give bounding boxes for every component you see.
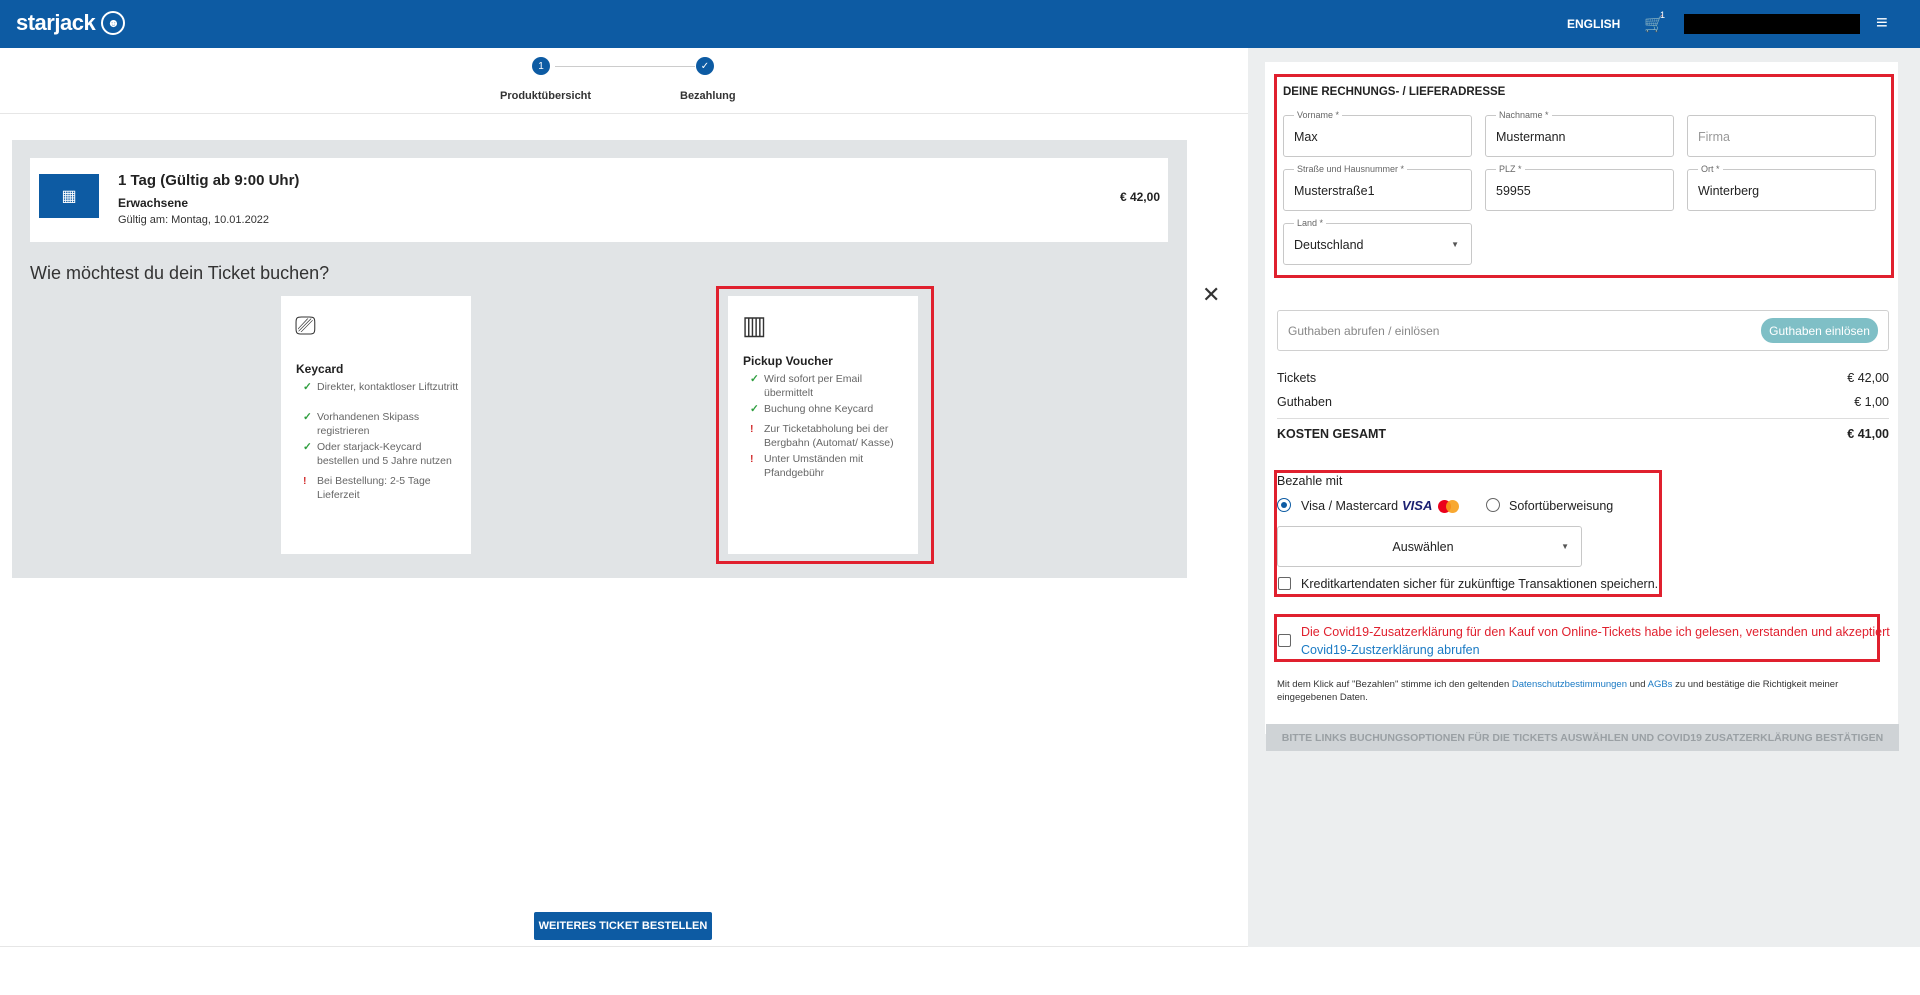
summary-credit-label: Guthaben: [1277, 395, 1332, 409]
pay-button-disabled[interactable]: BITTE LINKS BUCHUNGSOPTIONEN FÜR DIE TIC…: [1266, 724, 1899, 751]
check-icon: ✓: [303, 381, 312, 393]
highlight-box-covid: [1274, 614, 1880, 662]
check-icon: ✓: [303, 441, 312, 453]
keycard-icon: ⎚: [295, 310, 316, 340]
summary-tickets-label: Tickets: [1277, 371, 1317, 385]
terms-link[interactable]: AGBs: [1648, 679, 1673, 690]
privacy-policy-link[interactable]: Datenschutzbestimmungen: [1512, 679, 1627, 690]
stepper-connector: [555, 66, 695, 67]
legal-and: und: [1629, 679, 1646, 690]
summary-total-label: KOSTEN GESAMT: [1277, 427, 1387, 441]
keycard-feature: ✓ Vorhandenen Skipass registrieren: [303, 411, 420, 437]
summary-credit-value: € 1,00: [1854, 395, 1889, 409]
summary-tickets-value: € 42,00: [1847, 371, 1889, 385]
highlight-box-voucher: [716, 286, 934, 564]
remove-ticket-close-icon[interactable]: ✕: [1202, 282, 1220, 308]
warning-icon: !: [303, 475, 307, 487]
order-more-tickets-button[interactable]: WEITERES TICKET BESTELLEN: [534, 912, 712, 940]
logo-text: starjack: [16, 10, 96, 35]
booking-question: Wie möchtest du dein Ticket buchen?: [30, 263, 330, 283]
keycard-feature: ! Bei Bestellung: 2-5 Tage Lieferzeit: [303, 475, 431, 501]
ticket-valid-date: Gültig am: Montag, 10.01.2022: [118, 214, 270, 226]
cart-count-badge: 1: [1660, 10, 1666, 20]
summary-tickets-row: Tickets € 42,00: [1277, 371, 1889, 385]
highlight-box-address: [1274, 74, 1894, 278]
checkout-stepper: 1 ✓ Produktübersicht Bezahlung: [0, 48, 1248, 114]
summary-credit-row: Guthaben € 1,00: [1277, 395, 1889, 409]
language-switch[interactable]: ENGLISH: [1567, 17, 1620, 31]
legal-notice: Mit dem Klick auf "Bezahlen" stimme ich …: [1277, 678, 1889, 704]
starjack-logo[interactable]: starjack ☻: [16, 10, 126, 36]
ticket-title: 1 Tag (Gültig ab 9:00 Uhr): [118, 172, 300, 189]
ticket-icon: ▦: [39, 174, 99, 218]
step-2-check-icon[interactable]: ✓: [696, 57, 714, 75]
step-1-label: Produktübersicht: [500, 90, 592, 102]
check-icon: ✓: [303, 411, 312, 423]
top-navigation-bar: starjack ☻ ENGLISH 🛒 1 ≡: [0, 0, 1920, 48]
highlight-box-payment: [1274, 470, 1662, 597]
hamburger-icon[interactable]: ≡: [1876, 13, 1888, 33]
redeem-credit-button[interactable]: Guthaben einlösen: [1761, 318, 1878, 343]
summary-total-value: € 41,00: [1847, 427, 1889, 441]
booking-column: 1 ✓ Produktübersicht Bezahlung ▦ 1 Tag (…: [0, 48, 1248, 995]
summary-total-row: KOSTEN GESAMT € 41,00: [1277, 427, 1889, 441]
keycard-option-title: Keycard: [296, 362, 344, 376]
keycard-option-card[interactable]: ⎚ Keycard ✓ Direkter, kontaktloser Liftzu…: [281, 296, 471, 554]
summary-divider: [1277, 418, 1889, 419]
step-2-label: Bezahlung: [680, 90, 736, 102]
step-1-indicator[interactable]: 1: [532, 57, 550, 75]
legal-text-1: Mit dem Klick auf "Bezahlen" stimme ich …: [1277, 679, 1510, 690]
ticket-category: Erwachsene: [118, 196, 189, 210]
ticket-options-panel: ▦ 1 Tag (Gültig ab 9:00 Uhr) Erwachsene …: [12, 140, 1220, 578]
ticket-card: ▦ 1 Tag (Gültig ab 9:00 Uhr) Erwachsene …: [30, 158, 1168, 242]
credit-placeholder: Guthaben abrufen / einlösen: [1288, 324, 1440, 338]
logo-mark-icon: ☻: [101, 11, 126, 35]
bottom-action-bar: [0, 946, 1248, 995]
account-name-redacted[interactable]: [1684, 14, 1860, 34]
keycard-feature: ✓ Direkter, kontaktloser Liftzutritt: [303, 381, 459, 393]
ticket-price: € 42,00: [1119, 190, 1160, 204]
keycard-feature: ✓ Oder starjack-Keycard bestellen und 5 J…: [303, 441, 452, 467]
